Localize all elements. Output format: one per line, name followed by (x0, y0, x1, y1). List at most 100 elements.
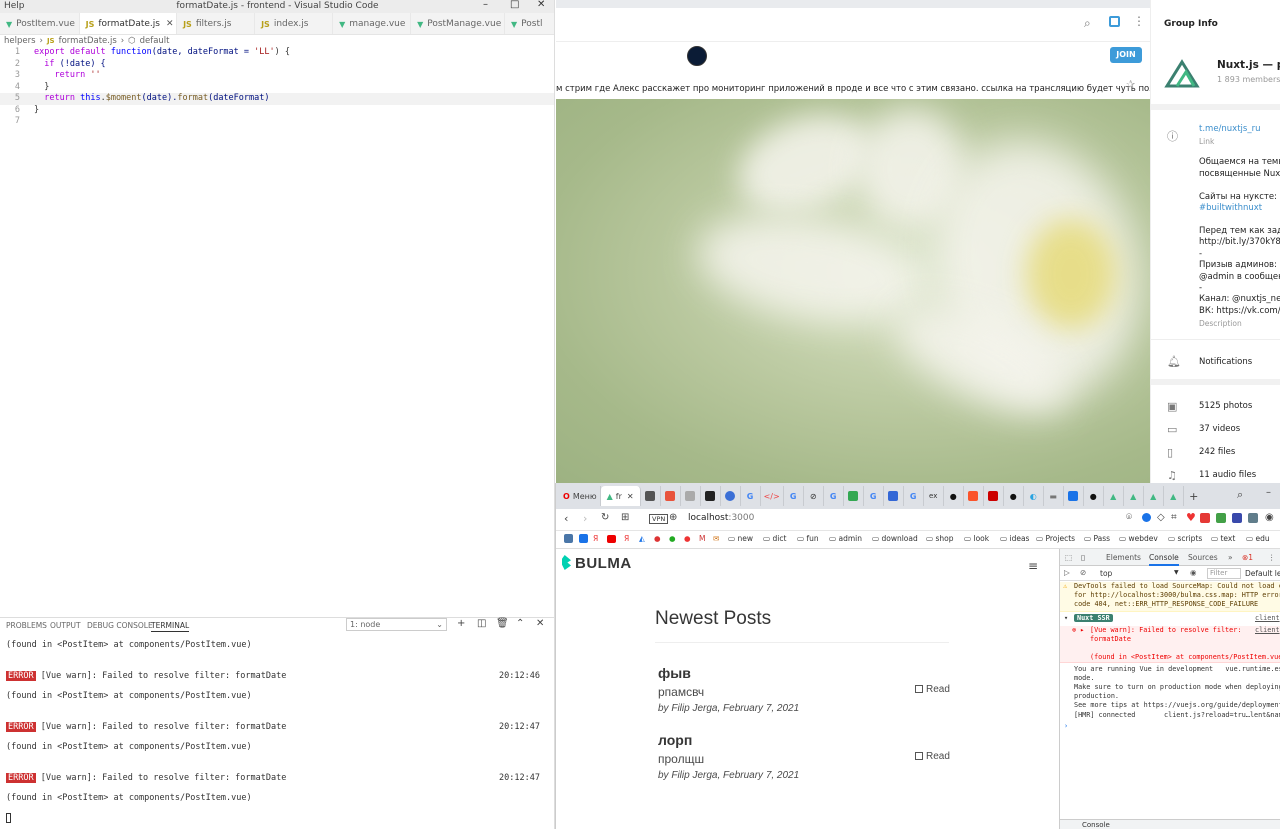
vk-icon[interactable] (564, 534, 573, 543)
tab-favicon[interactable]: ▲ (1124, 486, 1144, 506)
tab-favicon[interactable] (681, 486, 701, 506)
levels-select[interactable]: Default lev (1245, 569, 1280, 578)
tab-favicon[interactable] (984, 486, 1004, 506)
gmail-icon[interactable]: M (699, 534, 705, 543)
bm-folder-scripts[interactable]: ▭ scripts (1168, 534, 1202, 543)
notifications-label[interactable]: Notifications (1199, 357, 1252, 367)
tab-favicon[interactable]: ● (944, 486, 964, 506)
bookmark-favicon-icon[interactable]: ● (684, 534, 691, 543)
breadcrumb-symbol[interactable]: default (140, 36, 170, 46)
chevron-up-icon[interactable]: ⌃ (516, 618, 524, 629)
tab-favicon[interactable]: ▲ (1164, 486, 1184, 506)
tab-manage[interactable]: ▼ manage.vue (333, 13, 412, 34)
maximize-button[interactable]: □ (510, 0, 519, 10)
tab-favicon[interactable]: ▬ (1044, 486, 1064, 506)
tab-console[interactable]: Console (1149, 553, 1179, 566)
pinned-avatar[interactable] (687, 46, 707, 66)
eye-icon[interactable]: ◉ (1190, 568, 1197, 577)
post-title[interactable]: лорп (658, 732, 692, 748)
more-vertical-icon[interactable]: ⋮ (1268, 553, 1276, 562)
bm-folder-text[interactable]: ▭ text (1211, 534, 1235, 543)
extension-icon[interactable] (1232, 513, 1242, 523)
bm-folder-look[interactable]: ▭ look (964, 534, 989, 543)
read-checkbox[interactable]: Read (915, 684, 950, 695)
tab-favicon[interactable] (844, 486, 864, 506)
bm-folder-dict[interactable]: ▭ dict (763, 534, 786, 543)
bm-folder-admin[interactable]: ▭ admin (829, 534, 862, 543)
tab-favicon[interactable]: G (824, 486, 844, 506)
sidebar-icon[interactable]: ▷ (1064, 568, 1070, 577)
close-tab-icon[interactable]: ✕ (627, 492, 634, 501)
plus-icon[interactable]: + (457, 618, 465, 629)
audio-count[interactable]: 11 audio files (1199, 470, 1256, 480)
bulma-logo[interactable]: BULMA (562, 555, 632, 572)
search-icon[interactable]: ⌕ (1084, 16, 1091, 31)
yandex-icon[interactable]: Я (593, 534, 598, 543)
tab-formatdate[interactable]: JS formatDate.js ✕ (79, 13, 178, 34)
bookmark-favicon-icon[interactable] (579, 534, 588, 543)
bm-folder-fun[interactable]: ▭ fun (797, 534, 819, 543)
chat-photo[interactable] (556, 99, 1150, 483)
filter-input[interactable]: Filter (1207, 568, 1241, 579)
bm-folder-projects[interactable]: ▭ Projects (1036, 534, 1075, 543)
url-field[interactable]: localhost:3000 (688, 513, 754, 523)
tab-favicon[interactable] (1064, 486, 1084, 506)
tab-menu[interactable]: O Меню (560, 486, 601, 506)
bm-folder-download[interactable]: ▭ download (872, 534, 918, 543)
inspect-icon[interactable]: ⬚ (1065, 553, 1072, 562)
files-count[interactable]: 242 files (1199, 447, 1235, 457)
tab-index[interactable]: JS index.js (255, 13, 334, 34)
tab-localhost[interactable]: ▲ fr ✕ (600, 486, 641, 506)
tab-favicon[interactable] (721, 486, 741, 506)
tab-problems[interactable]: PROBLEMS (6, 621, 47, 630)
post-title[interactable]: фыв (658, 665, 691, 681)
hamburger-menu-icon[interactable]: ≡ (1028, 559, 1038, 573)
tab-favicon[interactable] (964, 486, 984, 506)
tab-postitem[interactable]: ▼ PostItem.vue (0, 13, 80, 34)
minimize-button[interactable]: – (483, 0, 488, 10)
tab-favicon[interactable] (701, 486, 721, 506)
yandex-icon[interactable]: Я (624, 534, 629, 543)
tab-favicon[interactable]: ● (1004, 486, 1024, 506)
code-editor[interactable]: 1 export default function(date, dateForma… (0, 47, 554, 617)
terminal-select[interactable]: 1: node ⌄ (346, 618, 447, 631)
bookmark-icon[interactable]: ◇ (1157, 512, 1165, 523)
breadcrumb-file[interactable]: formatDate.js (59, 36, 117, 46)
tab-filters[interactable]: JS filters.js (177, 13, 256, 34)
extension-icon[interactable]: ◉ (1265, 512, 1274, 523)
read-checkbox[interactable]: Read (915, 751, 950, 762)
tab-favicon[interactable]: </> (761, 486, 784, 506)
tab-favicon[interactable]: ▲ (1144, 486, 1164, 506)
bm-folder-new[interactable]: ▭ new (728, 534, 753, 543)
videos-count[interactable]: 37 videos (1199, 424, 1240, 434)
mail-icon[interactable]: ✉ (713, 534, 719, 543)
tab-post-truncated[interactable]: ▼ Postl (505, 13, 554, 34)
more-vertical-icon[interactable]: ⋮ (1133, 14, 1145, 28)
error-count-badge[interactable]: ⊗1 (1242, 553, 1253, 562)
unpin-icon[interactable]: ✰ (1126, 78, 1135, 91)
close-panel-icon[interactable]: ✕ (536, 618, 544, 629)
tab-favicon[interactable]: G (904, 486, 924, 506)
search-tabs-icon[interactable]: ⌕ (1237, 488, 1243, 502)
clear-console-icon[interactable]: ⊘ (1080, 568, 1086, 577)
extension-icon[interactable] (1216, 513, 1226, 523)
console-group[interactable]: ▾ Nuxt SSR client (1060, 614, 1280, 625)
tab-terminal[interactable]: TERMINAL (151, 621, 190, 632)
bookmark-favicon-icon[interactable]: ● (654, 534, 661, 543)
tab-sources[interactable]: Sources (1188, 553, 1218, 562)
tab-favicon[interactable]: ⊘ (804, 486, 824, 506)
new-tab-button[interactable]: + (1184, 486, 1204, 506)
tab-output[interactable]: OUTPUT (50, 621, 81, 630)
youtube-icon[interactable] (607, 535, 616, 543)
extension-icon[interactable] (1248, 513, 1258, 523)
close-window-button[interactable]: ✕ (537, 0, 545, 10)
tab-postmanage[interactable]: ▼ PostManage.vue (411, 13, 505, 34)
photos-count[interactable]: 5125 photos (1199, 401, 1252, 411)
bookmark-favicon-icon[interactable]: ● (669, 534, 676, 543)
sidebar-toggle-icon[interactable] (1109, 16, 1120, 27)
trash-icon[interactable]: 🗑 (496, 618, 509, 629)
drawer-console-tab[interactable]: Console (1082, 821, 1110, 829)
bookmark-favicon-icon[interactable]: ◭ (639, 534, 645, 543)
bm-folder-ideas[interactable]: ▭ ideas (1000, 534, 1029, 543)
minimize-icon[interactable]: – (1266, 487, 1271, 498)
